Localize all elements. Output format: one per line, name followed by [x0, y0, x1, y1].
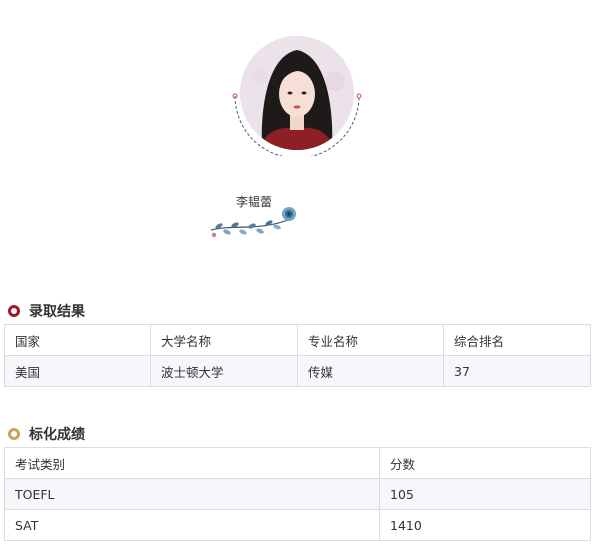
table-row: 美国 波士顿大学 传媒 37 [4, 355, 591, 387]
table-header-cell: 综合排名 [443, 324, 591, 356]
table-header-row: 国家 大学名称 专业名称 综合排名 [4, 324, 591, 356]
table-header-cell: 考试类别 [4, 447, 380, 479]
admission-section-title: 录取结果 [8, 301, 85, 321]
profile-name-area: 李韫蕾 [205, 190, 305, 240]
admission-table: 国家 大学名称 专业名称 综合排名 美国 波士顿大学 传媒 37 [4, 324, 591, 387]
table-header-cell: 专业名称 [297, 324, 444, 356]
table-cell: 105 [379, 478, 591, 510]
red-ring-icon [8, 305, 20, 317]
table-header-row: 考试类别 分数 [4, 447, 591, 479]
floral-vine-icon [210, 207, 296, 238]
avatar [240, 36, 354, 150]
admission-title: 录取结果 [29, 304, 85, 320]
avatar-portrait-image [240, 36, 354, 150]
table-cell: 37 [443, 355, 591, 387]
table-cell: SAT [4, 509, 380, 541]
table-header-cell: 大学名称 [150, 324, 298, 356]
scores-title: 标化成绩 [29, 427, 85, 443]
table-header-cell: 分数 [379, 447, 591, 479]
table-cell: 波士顿大学 [150, 355, 298, 387]
table-cell: 美国 [4, 355, 151, 387]
profile-avatar-area [232, 34, 362, 156]
table-cell: 1410 [379, 509, 591, 541]
scores-table: 考试类别 分数 TOEFL 105 SAT 1410 [4, 447, 591, 541]
table-row: SAT 1410 [4, 509, 591, 541]
table-header-cell: 国家 [4, 324, 151, 356]
table-cell: TOEFL [4, 478, 380, 510]
table-cell: 传媒 [297, 355, 444, 387]
table-row: TOEFL 105 [4, 478, 591, 510]
gold-ring-icon [8, 428, 20, 440]
scores-section-title: 标化成绩 [8, 424, 85, 444]
